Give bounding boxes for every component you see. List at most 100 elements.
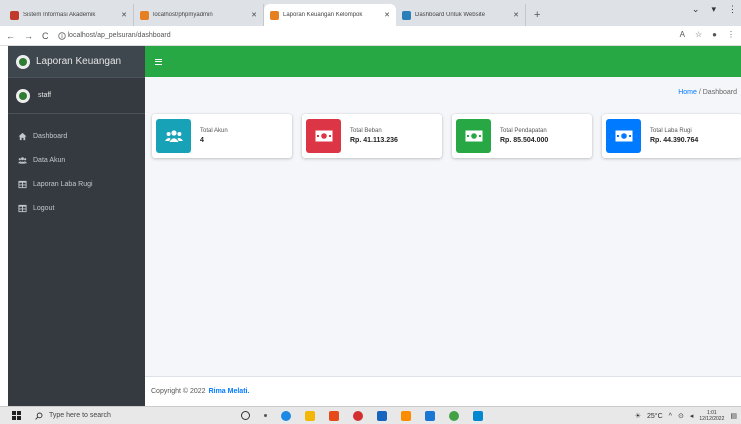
info-icon (57, 27, 66, 45)
task-view-icon[interactable] (264, 414, 267, 417)
footer-copyright: Copyright © 2022 (151, 388, 206, 395)
sidebar-item-label: Laporan Laba Rugi (33, 180, 93, 188)
top-navbar (145, 46, 741, 77)
table-icon (18, 180, 27, 188)
card-title: Total Beban (350, 128, 382, 134)
card-total-pendapatan: Total Pendapatan Rp. 85.504.000 (452, 114, 592, 158)
tab-favicon-icon (402, 10, 411, 20)
card-value: Rp. 41.113.236 (350, 137, 398, 144)
chevron-up-icon[interactable]: ^ (669, 413, 672, 420)
store-icon[interactable] (377, 410, 387, 421)
taskbar-search[interactable]: Type here to search (35, 407, 205, 424)
brand-link[interactable]: Laporan Keuangan (8, 46, 145, 78)
menu-toggle-icon[interactable] (155, 58, 162, 65)
summary-cards: Total Akun 4 Total Beban Rp. 41.113.236 (152, 114, 741, 158)
window-controls: ⌄ ▾ ⋮ (692, 4, 737, 15)
breadcrumb: Home / Dashboard (678, 89, 737, 96)
back-icon[interactable]: ← (6, 31, 15, 41)
sidebar-item-label: Logout (33, 204, 55, 212)
footer: Copyright © 2022 Rima Melati. (145, 376, 741, 406)
sidebar: Laporan Keuangan staff Dashboard Data Ak… (8, 46, 145, 406)
clock[interactable]: 1:01 12/12/2022 (699, 410, 724, 422)
system-tray: ☀ 25°C ^ ⊙ ◂ 1:01 12/12/2022 ▤ (635, 410, 737, 422)
sidebar-menu: Dashboard Data Akun Laporan Laba Rugi Lo… (8, 114, 145, 220)
card-title: Total Akun (200, 128, 228, 134)
chevron-down-icon[interactable]: ⌄ (692, 4, 700, 15)
browser-tab[interactable]: Sistem Informasi Akademik ✕ (4, 4, 134, 26)
font-size-icon[interactable]: A (680, 30, 685, 39)
sidebar-item-dashboard[interactable]: Dashboard (8, 124, 145, 148)
reload-icon[interactable]: C (42, 31, 49, 41)
money-icon (306, 119, 341, 153)
network-icon[interactable]: ⊙ (678, 412, 684, 420)
browser-tab-active[interactable]: Laporan Keuangan Kelompok ✕ (264, 4, 396, 26)
more-icon[interactable]: ⋮ (728, 4, 737, 15)
close-icon[interactable]: ✕ (251, 11, 257, 19)
new-tab-icon[interactable]: + (534, 4, 540, 26)
logout-icon (18, 204, 27, 212)
office-icon[interactable] (329, 410, 339, 421)
more-icon[interactable]: ⋮ (727, 30, 735, 39)
url-input[interactable]: localhost/ap_pelsuran/dashboard (68, 32, 171, 39)
forward-icon[interactable]: → (24, 31, 33, 41)
card-value: Rp. 44.390.764 (650, 137, 699, 144)
breadcrumb-home-link[interactable]: Home (678, 89, 697, 96)
app-icon[interactable] (353, 410, 363, 421)
edge-icon[interactable] (281, 410, 291, 421)
star-icon[interactable]: ☆ (695, 30, 702, 39)
vscode-icon[interactable] (425, 410, 435, 421)
browser-tab-label: Laporan Keuangan Kelompok (283, 12, 363, 18)
taskbar-apps (241, 410, 483, 421)
taskbar-search-placeholder: Type here to search (49, 412, 111, 419)
logo-icon (16, 54, 30, 69)
browser-tab-label: Sistem Informasi Akademik (23, 12, 96, 18)
browser-tab-label: localhost/phpmyadmin (153, 12, 213, 18)
tab-favicon-icon (140, 10, 149, 20)
sidebar-item-laporan-laba-rugi[interactable]: Laporan Laba Rugi (8, 172, 145, 196)
card-value: Rp. 85.504.000 (500, 137, 549, 144)
browser-tab-label: Dashboard Untuk Website (415, 12, 485, 18)
sidebar-item-label: Data Akun (33, 156, 66, 164)
app-icon[interactable] (473, 410, 483, 421)
users-icon (156, 119, 191, 153)
users-icon (18, 156, 27, 164)
address-bar-actions: A ☆ ● ⋮ (680, 30, 735, 39)
browser-tab-strip: Sistem Informasi Akademik ✕ localhost/ph… (0, 0, 741, 26)
sidebar-item-logout[interactable]: Logout (8, 196, 145, 220)
card-value: 4 (200, 137, 204, 144)
card-total-laba-rugi: Total Laba Rugi Rp. 44.390.764 (602, 114, 741, 158)
windows-start-icon[interactable] (12, 411, 21, 420)
file-explorer-icon[interactable] (305, 410, 315, 421)
weather-text: 25°C (647, 412, 663, 420)
user-panel[interactable]: staff (8, 78, 145, 114)
weather-icon[interactable]: ☀ (635, 412, 641, 420)
sidebar-item-data-akun[interactable]: Data Akun (8, 148, 145, 172)
taskbar: Type here to search ☀ 25°C ^ ⊙ ◂ 1:01 12… (0, 406, 741, 424)
home-icon (18, 132, 27, 140)
cortana-icon[interactable] (241, 411, 250, 420)
card-title: Total Pendapatan (500, 128, 547, 134)
notifications-icon[interactable]: ▤ (730, 412, 737, 420)
screen: Sistem Informasi Akademik ✕ localhost/ph… (0, 0, 741, 424)
close-icon[interactable]: ✕ (513, 11, 519, 19)
address-bar: ← → C localhost/ap_pelsuran/dashboard A … (0, 26, 741, 46)
pin-icon[interactable]: ▾ (711, 4, 716, 15)
profile-icon[interactable]: ● (712, 30, 717, 39)
volume-icon[interactable]: ◂ (690, 412, 694, 420)
browser-tab[interactable]: localhost/phpmyadmin ✕ (134, 4, 264, 26)
xampp-icon[interactable] (401, 410, 411, 421)
footer-author-link[interactable]: Rima Melati. (209, 388, 250, 395)
browser-tab[interactable]: Dashboard Untuk Website ✕ (396, 4, 526, 26)
main-content: Home / Dashboard Total Akun 4 Total Beba… (145, 77, 741, 376)
close-icon[interactable]: ✕ (121, 11, 127, 19)
card-total-beban: Total Beban Rp. 41.113.236 (302, 114, 442, 158)
money-icon (456, 119, 491, 153)
brand-text: Laporan Keuangan (36, 56, 122, 67)
card-title: Total Laba Rugi (650, 128, 692, 134)
card-total-akun: Total Akun 4 (152, 114, 292, 158)
money-icon (606, 119, 641, 153)
tab-favicon-icon (10, 10, 19, 20)
username: staff (38, 92, 52, 99)
close-icon[interactable]: ✕ (384, 11, 390, 19)
chrome-icon[interactable] (449, 410, 459, 421)
